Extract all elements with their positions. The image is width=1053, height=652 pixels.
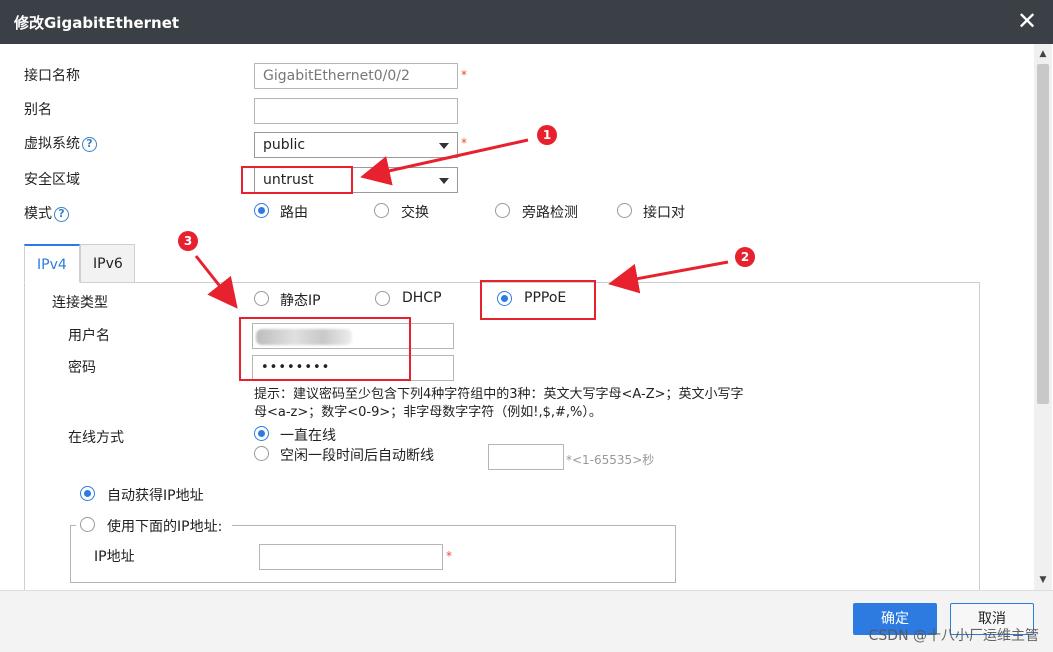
annotation-badge-2: 2 <box>735 247 755 267</box>
dialog-footer: 确定 取消 CSDN @十八小厂运维主管 <box>0 590 1053 652</box>
annotation-badge-3: 3 <box>178 231 198 251</box>
annotation-arrow-3 <box>194 255 238 309</box>
watermark: CSDN @十八小厂运维主管 <box>868 628 1039 644</box>
annotation-arrow-1 <box>360 138 529 186</box>
annotation-arrow-2 <box>608 260 729 294</box>
annotation-arrows <box>194 138 729 309</box>
annotation-badge-1: 1 <box>537 125 557 145</box>
